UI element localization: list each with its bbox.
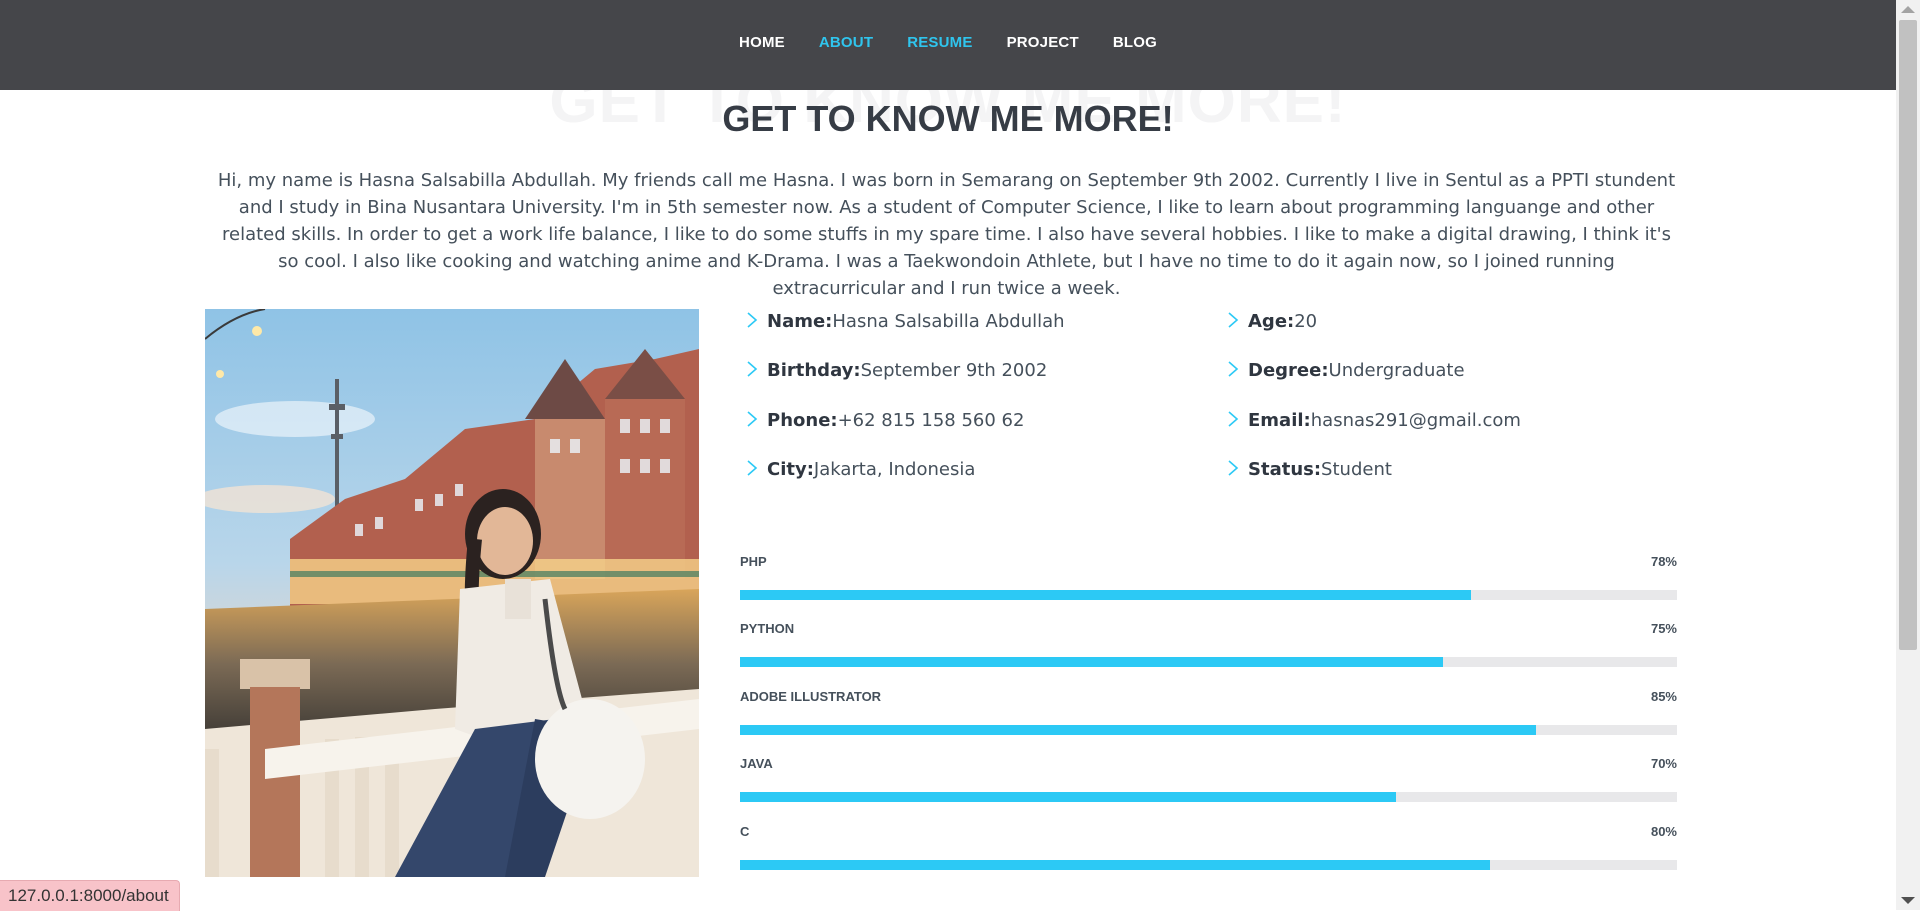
status-bar-url: 127.0.0.1:8000/about xyxy=(0,880,180,911)
info-value: Jakarta, Indonesia xyxy=(813,459,976,480)
skill-percent: 78% xyxy=(1650,554,1677,569)
chevron-right-icon xyxy=(747,460,758,476)
info-label: Degree: xyxy=(1248,360,1329,381)
chevron-right-icon xyxy=(1228,361,1239,377)
info-item-status: Status:Student xyxy=(1226,458,1392,480)
nav-project-link[interactable]: PROJECT xyxy=(1007,34,1079,51)
skill-percent: 80% xyxy=(1650,824,1677,839)
info-value: +62 815 158 560 62 xyxy=(837,410,1025,431)
skill-progress-bar xyxy=(740,657,1677,667)
vertical-scrollbar[interactable] xyxy=(1896,0,1920,910)
info-label: Email: xyxy=(1248,410,1311,431)
chevron-right-icon xyxy=(747,312,758,328)
nav-resume-link[interactable]: RESUME xyxy=(907,34,972,51)
info-value: Student xyxy=(1321,459,1392,480)
skill-name: JAVA xyxy=(740,756,773,771)
skill-progress-bar xyxy=(740,590,1677,600)
nav-blog-link[interactable]: BLOG xyxy=(1113,34,1157,51)
scroll-up-arrow-icon[interactable] xyxy=(1901,6,1915,13)
skill-percent: 70% xyxy=(1650,756,1677,771)
chevron-right-icon xyxy=(1228,460,1239,476)
skill-progress-bar xyxy=(740,792,1677,802)
skill-progress-fill xyxy=(740,590,1471,600)
skill-name: PYTHON xyxy=(740,621,795,636)
chevron-right-icon xyxy=(747,361,758,377)
nav-home-link[interactable]: HOME xyxy=(739,34,785,51)
nav-about-link[interactable]: ABOUT xyxy=(819,34,873,51)
skill-progress-fill xyxy=(740,657,1443,667)
info-item-degree: Degree:Undergraduate xyxy=(1226,359,1465,381)
info-item-phone: Phone:+62 815 158 560 62 xyxy=(745,409,1024,431)
info-label: City: xyxy=(767,459,814,480)
info-label: Phone: xyxy=(767,410,838,431)
info-item-name: Name:Hasna Salsabilla Abdullah xyxy=(745,310,1065,332)
skill-name: ADOBE ILLUSTRATOR xyxy=(740,689,882,704)
info-label: Name: xyxy=(767,311,833,332)
info-value: 20 xyxy=(1294,311,1318,332)
skill-progress-fill xyxy=(740,860,1490,870)
chevron-right-icon xyxy=(747,411,758,427)
info-value: hasnas291@gmail.com xyxy=(1310,410,1521,431)
info-item-age: Age:20 xyxy=(1226,310,1317,332)
info-item-city: City:Jakarta, Indonesia xyxy=(745,458,975,480)
info-value: Hasna Salsabilla Abdullah xyxy=(832,311,1065,332)
section-title: GET TO KNOW ME MORE! xyxy=(722,98,1174,139)
skill-percent: 85% xyxy=(1650,689,1677,704)
scroll-down-arrow-icon[interactable] xyxy=(1901,897,1915,904)
skill-name: PHP xyxy=(740,554,767,569)
info-item-birthday: Birthday:September 9th 2002 xyxy=(745,359,1047,381)
chevron-right-icon xyxy=(1228,411,1239,427)
info-value: Undergraduate xyxy=(1328,360,1465,381)
scrollbar-thumb[interactable] xyxy=(1899,20,1917,650)
profile-photo xyxy=(205,309,699,877)
info-value: September 9th 2002 xyxy=(860,360,1048,381)
top-navbar: HOME ABOUT RESUME PROJECT BLOG xyxy=(0,0,1896,90)
info-label: Status: xyxy=(1248,459,1322,480)
skill-name: C xyxy=(740,824,750,839)
info-label: Birthday: xyxy=(767,360,861,381)
info-item-email: Email:hasnas291@gmail.com xyxy=(1226,409,1521,431)
skill-percent: 75% xyxy=(1650,621,1677,636)
skill-progress-fill xyxy=(740,792,1396,802)
info-label: Age: xyxy=(1248,311,1295,332)
skill-progress-bar xyxy=(740,725,1677,735)
chevron-right-icon xyxy=(1228,312,1239,328)
main-nav: HOME ABOUT RESUME PROJECT BLOG xyxy=(0,34,1896,51)
skill-progress-fill xyxy=(740,725,1537,735)
skill-progress-bar xyxy=(740,860,1677,870)
about-intro-text: Hi, my name is Hasna Salsabilla Abdullah… xyxy=(217,170,1676,299)
